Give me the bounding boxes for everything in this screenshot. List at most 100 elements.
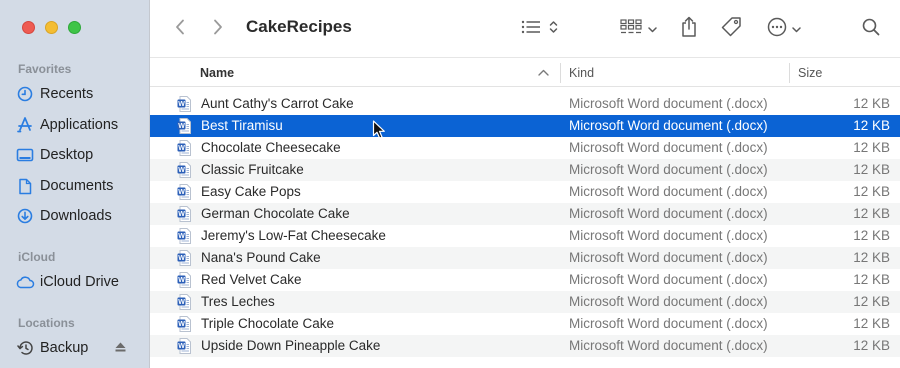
word-document-icon: W xyxy=(177,118,191,137)
svg-text:W: W xyxy=(178,145,185,152)
file-kind: Microsoft Word document (.docx) xyxy=(569,316,768,331)
file-kind: Microsoft Word document (.docx) xyxy=(569,228,768,243)
chevron-down-icon xyxy=(792,20,801,38)
file-name: Best Tiramisu xyxy=(201,118,283,133)
applications-icon xyxy=(12,116,38,134)
column-divider[interactable] xyxy=(789,63,790,83)
svg-text:W: W xyxy=(178,233,185,240)
file-kind: Microsoft Word document (.docx) xyxy=(569,206,768,221)
group-button[interactable] xyxy=(618,16,658,42)
file-row[interactable]: W Triple Chocolate Cake Microsoft Word doc… xyxy=(150,313,900,335)
toolbar: CakeRecipes xyxy=(150,0,900,57)
sidebar-item-backup[interactable]: Backup xyxy=(10,334,142,362)
search-button[interactable] xyxy=(858,16,884,42)
file-kind: Microsoft Word document (.docx) xyxy=(569,250,768,265)
clock-icon xyxy=(12,86,38,102)
file-size: 12 KB xyxy=(853,96,890,111)
sidebar-item-recents[interactable]: Recents xyxy=(10,80,142,108)
word-document-icon: W xyxy=(177,338,191,357)
file-name: Aunt Cathy's Carrot Cake xyxy=(201,96,354,111)
backup-clock-icon xyxy=(12,340,38,356)
column-header-size[interactable]: Size xyxy=(798,58,822,87)
svg-text:W: W xyxy=(178,167,185,174)
sidebar-item-label: Backup xyxy=(40,340,89,356)
file-kind: Microsoft Word document (.docx) xyxy=(569,338,768,353)
search-icon xyxy=(862,18,880,41)
sidebar-item-documents[interactable]: Documents xyxy=(10,172,142,200)
file-row[interactable]: W Classic Fruitcake Microsoft Word documen… xyxy=(150,159,900,181)
word-document-icon: W xyxy=(177,206,191,225)
view-options-button[interactable] xyxy=(518,16,560,42)
file-size: 12 KB xyxy=(853,184,890,199)
zoom-button[interactable] xyxy=(68,21,81,34)
column-header-kind[interactable]: Kind xyxy=(569,58,594,87)
back-button[interactable] xyxy=(170,16,190,42)
download-icon xyxy=(12,208,38,224)
word-document-icon: W xyxy=(177,316,191,335)
file-kind: Microsoft Word document (.docx) xyxy=(569,140,768,155)
file-size: 12 KB xyxy=(853,294,890,309)
svg-text:W: W xyxy=(178,299,185,306)
column-header-name[interactable]: Name xyxy=(200,58,560,87)
chevron-down-icon xyxy=(647,20,657,38)
sidebar-section-favorites: Favorites xyxy=(18,62,72,76)
file-kind: Microsoft Word document (.docx) xyxy=(569,184,768,199)
forward-button[interactable] xyxy=(208,16,228,42)
file-size: 12 KB xyxy=(853,316,890,331)
document-icon xyxy=(12,178,38,195)
sidebar: Favorites Recents Applications Desktop D… xyxy=(0,0,150,368)
tag-icon xyxy=(720,16,742,43)
file-row[interactable]: W Best Tiramisu Microsoft Word document (.… xyxy=(150,115,900,137)
column-divider[interactable] xyxy=(560,63,561,83)
file-name: Classic Fruitcake xyxy=(201,162,304,177)
window-title: CakeRecipes xyxy=(246,17,352,36)
sidebar-item-applications[interactable]: Applications xyxy=(10,111,142,139)
svg-text:W: W xyxy=(178,123,185,130)
sidebar-item-icloud-drive[interactable]: iCloud Drive xyxy=(10,268,142,296)
file-kind: Microsoft Word document (.docx) xyxy=(569,118,768,133)
svg-text:W: W xyxy=(178,211,185,218)
chevron-left-icon xyxy=(175,19,185,40)
file-size: 12 KB xyxy=(853,338,890,353)
file-row[interactable]: W Jeremy's Low-Fat Cheesecake Microsoft Wo… xyxy=(150,225,900,247)
close-button[interactable] xyxy=(22,21,35,34)
file-row[interactable]: W Nana's Pound Cake Microsoft Word documen… xyxy=(150,247,900,269)
minimize-button[interactable] xyxy=(45,21,58,34)
eject-icon[interactable] xyxy=(115,340,126,356)
file-row[interactable]: W Easy Cake Pops Microsoft Word document (… xyxy=(150,181,900,203)
main-content: CakeRecipes Name Kind Size W Aunt Cathy'… xyxy=(150,0,900,368)
file-kind: Microsoft Word document (.docx) xyxy=(569,272,768,287)
file-kind: Microsoft Word document (.docx) xyxy=(569,294,768,309)
word-document-icon: W xyxy=(177,250,191,269)
file-row[interactable]: W Upside Down Pineapple Cake Microsoft Wor… xyxy=(150,335,900,357)
file-size: 12 KB xyxy=(853,272,890,287)
file-row[interactable]: W Red Velvet Cake Microsoft Word document … xyxy=(150,269,900,291)
sidebar-item-downloads[interactable]: Downloads xyxy=(10,202,142,230)
grid-icon xyxy=(619,18,642,40)
file-row[interactable]: W German Chocolate Cake Microsoft Word doc… xyxy=(150,203,900,225)
sidebar-section-icloud: iCloud xyxy=(18,250,56,264)
ellipsis-circle-icon xyxy=(767,17,787,42)
svg-text:W: W xyxy=(178,343,185,350)
sidebar-section-locations: Locations xyxy=(18,316,75,330)
file-row[interactable]: W Aunt Cathy's Carrot Cake Microsoft Word … xyxy=(150,93,900,115)
file-name: Tres Leches xyxy=(201,294,275,309)
mouse-pointer-icon xyxy=(372,120,386,145)
window-controls xyxy=(22,21,81,34)
sidebar-item-desktop[interactable]: Desktop xyxy=(10,141,142,169)
svg-text:W: W xyxy=(178,321,185,328)
sort-ascending-icon[interactable] xyxy=(538,58,549,87)
column-header: Name Kind Size xyxy=(150,57,900,87)
share-button[interactable] xyxy=(677,16,701,42)
sidebar-item-label: Downloads xyxy=(40,208,112,224)
word-document-icon: W xyxy=(177,162,191,181)
tags-button[interactable] xyxy=(718,16,744,42)
file-size: 12 KB xyxy=(853,250,890,265)
file-size: 12 KB xyxy=(853,206,890,221)
cloud-icon xyxy=(12,275,38,289)
desktop-icon xyxy=(12,148,38,163)
file-row[interactable]: W Chocolate Cheesecake Microsoft Word docu… xyxy=(150,137,900,159)
file-row[interactable]: W Tres Leches Microsoft Word document (.do… xyxy=(150,291,900,313)
more-actions-button[interactable] xyxy=(764,16,804,42)
file-size: 12 KB xyxy=(853,228,890,243)
